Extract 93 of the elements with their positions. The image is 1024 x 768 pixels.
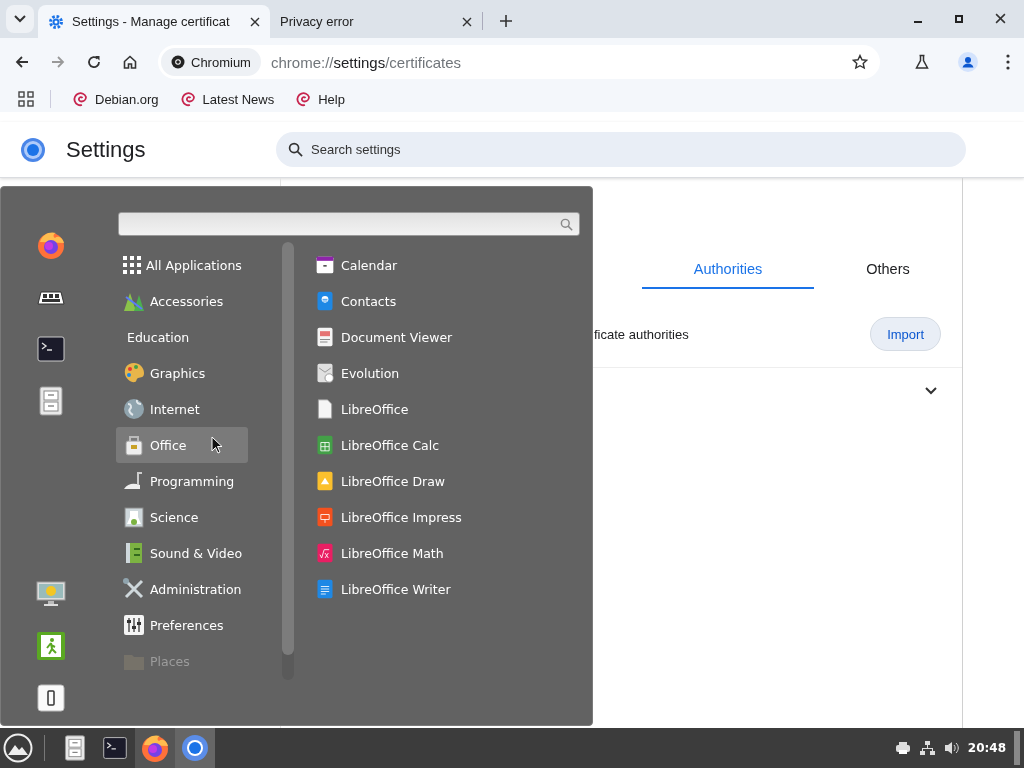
printer-icon[interactable]	[894, 740, 911, 756]
maximize-icon[interactable]	[955, 14, 963, 23]
drawing-icon	[315, 471, 335, 491]
category-item[interactable]: Sound & Video	[116, 535, 248, 571]
close-icon[interactable]	[995, 13, 1006, 24]
category-item[interactable]: Internet	[116, 391, 248, 427]
grid-dots-icon	[122, 255, 142, 275]
contacts-icon	[315, 291, 335, 311]
description-text: ficate authorities	[594, 326, 690, 342]
menu-icon[interactable]	[1006, 54, 1010, 70]
bookmark[interactable]: Debian.org	[67, 91, 165, 107]
phone-icon[interactable]	[36, 683, 66, 713]
exit-door-icon[interactable]	[36, 631, 66, 661]
category-item[interactable]: Science	[116, 499, 248, 535]
address-bar[interactable]: Chromium chrome://settings/certificates	[158, 45, 880, 79]
palette-icon	[122, 361, 146, 385]
app-item[interactable]: Evolution	[315, 355, 462, 391]
swirl-icon	[180, 91, 197, 107]
apps-grid-icon[interactable]	[18, 91, 34, 107]
app-item[interactable]: Document Viewer	[315, 319, 462, 355]
search-icon	[560, 217, 573, 231]
app-item[interactable]: LibreOffice Calc	[315, 427, 462, 463]
presentation-icon	[315, 507, 335, 527]
star-icon[interactable]	[852, 54, 868, 70]
browser-tab[interactable]: Privacy error	[270, 5, 482, 38]
globe-icon	[122, 397, 146, 421]
chromium-icon[interactable]	[180, 733, 210, 763]
category-item[interactable]: Accessories	[116, 283, 248, 319]
app-item[interactable]: Calendar	[315, 247, 462, 283]
tab-search-button[interactable]	[6, 5, 34, 33]
close-icon[interactable]	[250, 16, 260, 27]
app-item[interactable]: LibreOffice Impress	[315, 499, 462, 535]
home-icon[interactable]	[122, 54, 138, 70]
chevron-down-icon[interactable]	[925, 387, 937, 395]
beaker-icon	[122, 505, 146, 529]
category-item[interactable]: Education	[116, 319, 248, 355]
forward-icon[interactable]	[50, 54, 66, 70]
bookmark[interactable]: Latest News	[174, 91, 281, 107]
category-item[interactable]: Preferences	[116, 607, 248, 643]
briefcase-icon	[122, 433, 146, 457]
url-text: chrome://settings/certificates	[270, 53, 463, 71]
firefox-icon[interactable]	[140, 733, 170, 763]
category-item[interactable]: All Applications	[116, 247, 248, 283]
clock[interactable]: 20:48	[967, 741, 1006, 755]
category-item[interactable]: Administration	[116, 571, 248, 607]
file-cabinet-icon[interactable]	[62, 735, 88, 761]
app-item[interactable]: Contacts	[315, 283, 462, 319]
category-item[interactable]: Office	[116, 427, 248, 463]
document-icon	[315, 327, 335, 347]
document-icon	[315, 399, 335, 419]
firefox-icon[interactable]	[36, 230, 66, 260]
app-item[interactable]: LibreOffice Math	[315, 535, 462, 571]
monitor-icon[interactable]	[36, 579, 66, 609]
certificate-tab[interactable]: Authorities	[642, 251, 814, 289]
file-cabinet-icon[interactable]	[36, 386, 66, 416]
mouse-pointer-icon	[211, 436, 223, 454]
app-item[interactable]: LibreOffice Writer	[315, 571, 462, 607]
category-item[interactable]: Graphics	[116, 355, 248, 391]
calendar-icon	[315, 255, 335, 275]
app-item[interactable]: LibreOffice Draw	[315, 463, 462, 499]
text-document-icon	[315, 579, 335, 599]
terminal-icon[interactable]	[102, 735, 128, 761]
swirl-icon	[296, 91, 313, 107]
search-field[interactable]	[118, 212, 580, 236]
bookmark[interactable]: Help	[290, 91, 351, 107]
site-chip[interactable]: Chromium	[161, 48, 261, 76]
profile-icon[interactable]	[958, 52, 978, 72]
envelope-clock-icon	[315, 363, 335, 383]
settings-logo-icon	[20, 136, 46, 163]
import-button[interactable]: Import	[870, 317, 941, 351]
formula-icon	[315, 543, 335, 563]
chromium-icon	[171, 55, 185, 69]
terminal-icon[interactable]	[36, 334, 66, 364]
sliders-icon	[122, 613, 146, 637]
start-menu-icon[interactable]	[3, 733, 33, 763]
flask-icon[interactable]	[914, 54, 930, 70]
app-item[interactable]: LibreOffice	[315, 391, 462, 427]
spreadsheet-icon	[315, 435, 335, 455]
search-field[interactable]: Search settings	[276, 132, 966, 167]
new-tab-icon[interactable]	[499, 14, 513, 28]
gear-icon	[48, 13, 64, 30]
swirl-icon	[73, 91, 89, 107]
browser-tab[interactable]: Settings - Manage certificat	[38, 5, 270, 38]
certificate-tab[interactable]: Others	[814, 251, 962, 289]
reload-icon[interactable]	[86, 54, 102, 70]
page-title: Settings	[66, 136, 147, 163]
volume-icon[interactable]	[943, 740, 960, 756]
chevron-down-icon	[14, 15, 26, 23]
network-icon[interactable]	[918, 740, 936, 756]
back-icon[interactable]	[14, 54, 30, 70]
scrollbar[interactable]	[282, 242, 294, 680]
close-icon[interactable]	[462, 16, 472, 27]
category-item[interactable]: Programming	[116, 463, 248, 499]
